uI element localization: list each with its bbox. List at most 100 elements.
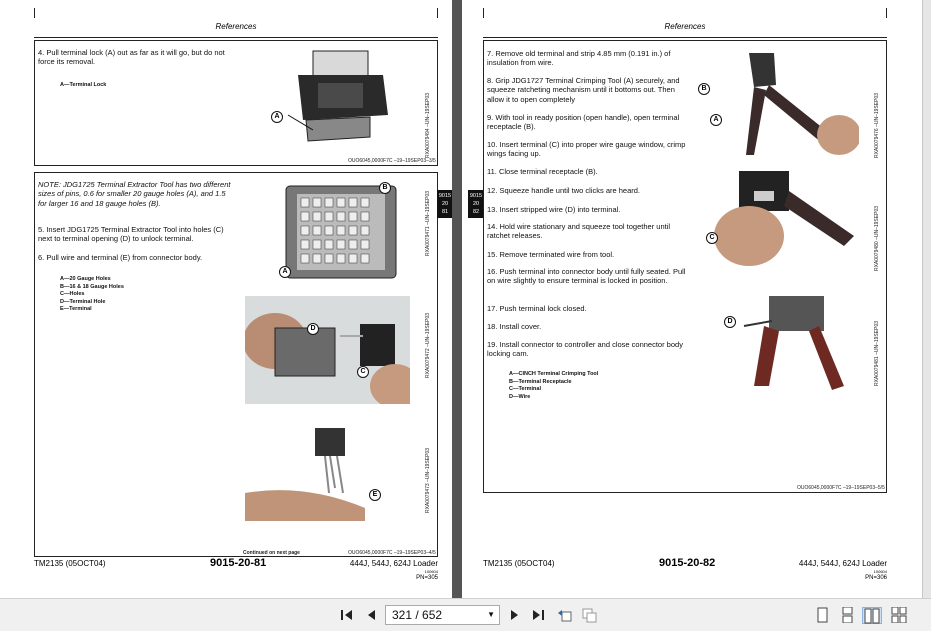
gauge-holes-illustration: B A bbox=[271, 178, 411, 280]
facing-view-button[interactable] bbox=[862, 607, 882, 624]
legend-item: A—20 Gauge Holes bbox=[60, 276, 111, 282]
step-10: 10. Insert terminal (C) into proper wire… bbox=[487, 140, 686, 159]
step-16: 16. Push terminal into connector body un… bbox=[487, 267, 686, 286]
frame-line bbox=[886, 8, 887, 18]
legend-item: D—Wire bbox=[509, 393, 531, 400]
section-tab: 9015 20 82 bbox=[468, 190, 484, 218]
step-5: 5. Insert JDG1725 Terminal Extractor Too… bbox=[38, 225, 224, 244]
footer-page-number: 9015-20-81 bbox=[210, 557, 267, 569]
previous-page-button[interactable] bbox=[362, 607, 380, 624]
figure-ref-2: RXA0079471 –UN–19SEP03 bbox=[425, 191, 431, 257]
insert-terminal-photo: C bbox=[694, 166, 859, 274]
step-11: 11. Close terminal receptacle (B). bbox=[487, 167, 598, 176]
step-17: 17. Push terminal lock closed. bbox=[487, 304, 587, 313]
step-6: 6. Pull wire and terminal (E) from conne… bbox=[38, 253, 203, 262]
footer-model: 444J, 544J, 624J Loader bbox=[798, 559, 887, 568]
step-4: 4. Pull terminal lock (A) out as far as … bbox=[38, 48, 225, 67]
continuous-view-button[interactable] bbox=[838, 606, 856, 624]
legend-item: C—Terminal bbox=[509, 386, 541, 393]
next-view-button[interactable] bbox=[580, 607, 598, 624]
terminal-lock-illustration: A bbox=[258, 45, 418, 155]
legend-item: E—Terminal bbox=[60, 306, 92, 313]
page-number-input[interactable]: 321 / 652 ▼ bbox=[385, 605, 500, 625]
extractor-tool-photo: D C bbox=[245, 296, 410, 404]
previous-view-icon bbox=[558, 610, 572, 622]
footer-date: 100604 bbox=[424, 569, 438, 574]
frame-line bbox=[34, 8, 35, 18]
first-page-button[interactable] bbox=[338, 607, 356, 624]
step-13: 13. Insert stripped wire (D) into termin… bbox=[487, 205, 621, 214]
figure-ref-6: RXA0079480 –UN–19SEP03 bbox=[874, 206, 880, 272]
footer-pn: PN=306 bbox=[865, 575, 887, 581]
tab-line: 82 bbox=[472, 209, 480, 215]
last-page-icon bbox=[533, 610, 544, 620]
footer-manual-id: TM2135 (05OCT04) bbox=[483, 559, 555, 568]
legend-item: B—Terminal Receptacle bbox=[509, 378, 572, 385]
wire-insertion-drawing bbox=[743, 296, 844, 390]
hands-and-connector-drawing bbox=[245, 313, 410, 404]
callout-a: A bbox=[271, 111, 283, 123]
step-9: 9. With tool in ready position (open han… bbox=[487, 113, 680, 132]
next-page-button[interactable] bbox=[506, 607, 524, 624]
document-viewport[interactable]: References 4. Pull terminal lock (A) out… bbox=[0, 0, 931, 598]
pull-terminal-photo: E bbox=[245, 413, 410, 521]
page-footer: TM2135 (05OCT04) 9015-20-82 444J, 544J, … bbox=[483, 557, 887, 587]
legend-item: A—CINCH Terminal Crimping Tool bbox=[509, 371, 599, 377]
continuous-facing-view-button[interactable] bbox=[890, 606, 908, 624]
figure-ref-1: RXA0079494 –UN–19SEP03 bbox=[425, 93, 431, 159]
page-82: References 9015 20 82 7. Remove old term… bbox=[462, 0, 922, 598]
callout-d: D bbox=[724, 316, 736, 328]
legend-item: D—Terminal Hole bbox=[60, 298, 106, 305]
page-footer: TM2135 (05OCT04) 9015-20-81 444J, 544J, … bbox=[34, 557, 438, 587]
continued-note: Continued on next page bbox=[243, 550, 300, 556]
single-page-view-button[interactable] bbox=[813, 607, 831, 624]
legend-list: A—CINCH Terminal Crimping Tool B—Termina… bbox=[509, 371, 598, 401]
callout-b: B bbox=[379, 182, 391, 194]
callout-d: D bbox=[307, 323, 319, 335]
footer-pn: PN=305 bbox=[416, 575, 438, 581]
footer-page-number: 9015-20-82 bbox=[659, 557, 716, 569]
tab-line: 20 bbox=[441, 201, 449, 207]
wire-pull-drawing bbox=[245, 428, 365, 521]
callout-a: A bbox=[710, 114, 722, 126]
continuous-facing-view-icon bbox=[891, 606, 907, 624]
figure-ref-7: RXA0079481 –UN–19SEP03 bbox=[874, 321, 880, 387]
step-19: 19. Install connector to controller and … bbox=[487, 340, 683, 359]
vertical-scrollbar[interactable] bbox=[922, 0, 931, 598]
page-header: References bbox=[483, 18, 887, 38]
connector-face-drawing bbox=[285, 185, 397, 279]
chevron-down-icon[interactable]: ▼ bbox=[487, 606, 495, 624]
next-view-icon bbox=[582, 608, 597, 623]
footer-date: 100604 bbox=[873, 569, 887, 574]
page-header: References bbox=[34, 18, 438, 38]
tab-line: 20 bbox=[472, 201, 480, 207]
last-page-button[interactable] bbox=[529, 607, 547, 624]
previous-view-button[interactable] bbox=[556, 607, 574, 624]
step-15: 15. Remove terminated wire from tool. bbox=[487, 250, 615, 259]
section-box-3: 7. Remove old terminal and strip 4.85 mm… bbox=[483, 40, 887, 493]
callout-e: E bbox=[369, 489, 381, 501]
footer-model: 444J, 544J, 624J Loader bbox=[349, 559, 438, 568]
page-81: References 4. Pull terminal lock (A) out… bbox=[0, 0, 453, 598]
single-page-view-icon bbox=[817, 607, 828, 623]
connector-drawing bbox=[287, 50, 388, 142]
step-18: 18. Install cover. bbox=[487, 322, 542, 331]
frame-line bbox=[483, 8, 484, 18]
facing-view-icon bbox=[864, 608, 880, 624]
callout-c: C bbox=[357, 366, 369, 378]
figure-ref-4: RXA0079473 –UN–19SEP03 bbox=[425, 448, 431, 514]
terminal-insertion-drawing bbox=[714, 171, 854, 266]
callout-a: A bbox=[279, 266, 291, 278]
tab-line: 9015 bbox=[438, 193, 452, 199]
step-8: 8. Grip JDG1727 Terminal Crimping Tool (… bbox=[487, 76, 680, 104]
footer-manual-id: TM2135 (05OCT04) bbox=[34, 559, 106, 568]
step-12: 12. Squeeze handle until two clicks are … bbox=[487, 186, 641, 195]
legend-item: B—16 & 18 Gauge Holes bbox=[60, 283, 124, 290]
frame-line bbox=[437, 8, 438, 18]
callout-c: C bbox=[706, 232, 718, 244]
crimper-drawing bbox=[746, 53, 859, 155]
insert-wire-photo: D bbox=[724, 286, 864, 394]
step-14: 14. Hold wire stationary and squeeze too… bbox=[487, 222, 671, 241]
doc-ref-1: OUO6045,0000F7C –19–19SEP03–3/5 bbox=[348, 158, 436, 164]
first-page-icon bbox=[341, 610, 352, 620]
